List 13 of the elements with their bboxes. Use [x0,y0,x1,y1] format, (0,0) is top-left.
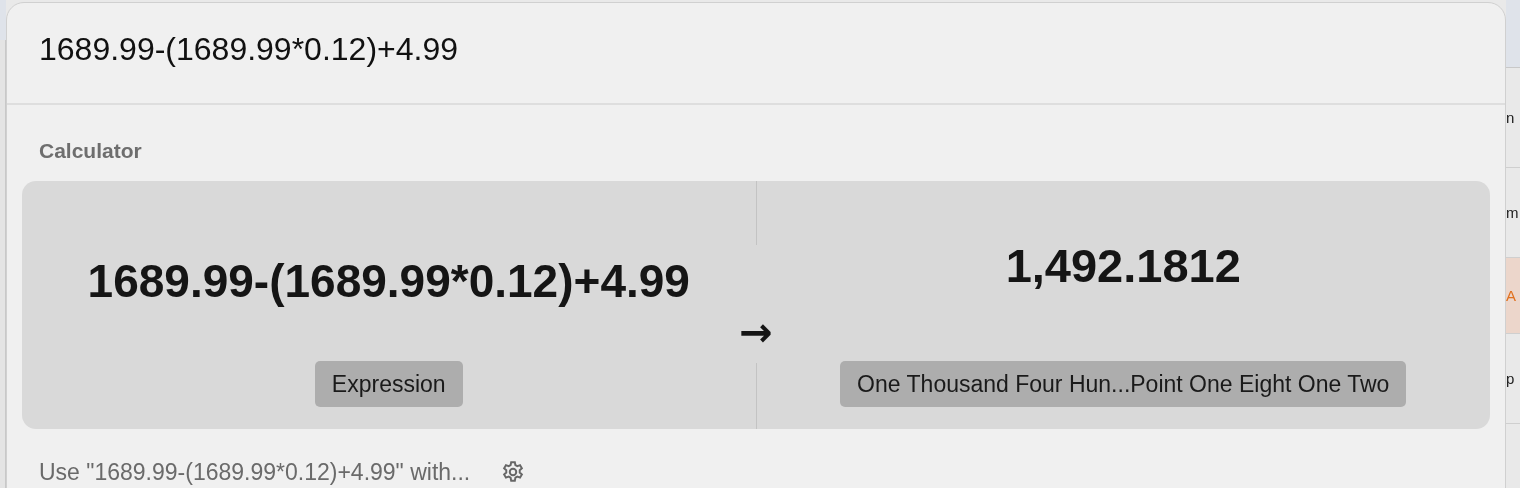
footer-hint: Use "1689.99-(1689.99*0.12)+4.99" with... [39,457,471,487]
calculator-card[interactable]: 1689.99-(1689.99*0.12)+4.99 Expression → 1,492.1812 One Thousand Four Hun...Point One Eight One Two [22,180,1490,429]
result-words-label: One Thousand Four Hun...Point One Eight One Two [840,360,1407,407]
background-text: p [1506,371,1515,386]
background-text: A [1506,288,1516,303]
arrow-text: → [739,311,773,352]
expression-text: 1689.99-(1689.99*0.12)+4.99 [87,254,690,309]
section-title: Calculator [39,139,142,162]
search-field[interactable]: 1689.99-(1689.99*0.12)+4.99 [39,24,1473,74]
background-text: m [1506,205,1519,220]
result-text: 1,492.1812 [1005,238,1241,295]
expression-label: Expression [314,360,463,407]
background-text: n [1506,110,1515,125]
